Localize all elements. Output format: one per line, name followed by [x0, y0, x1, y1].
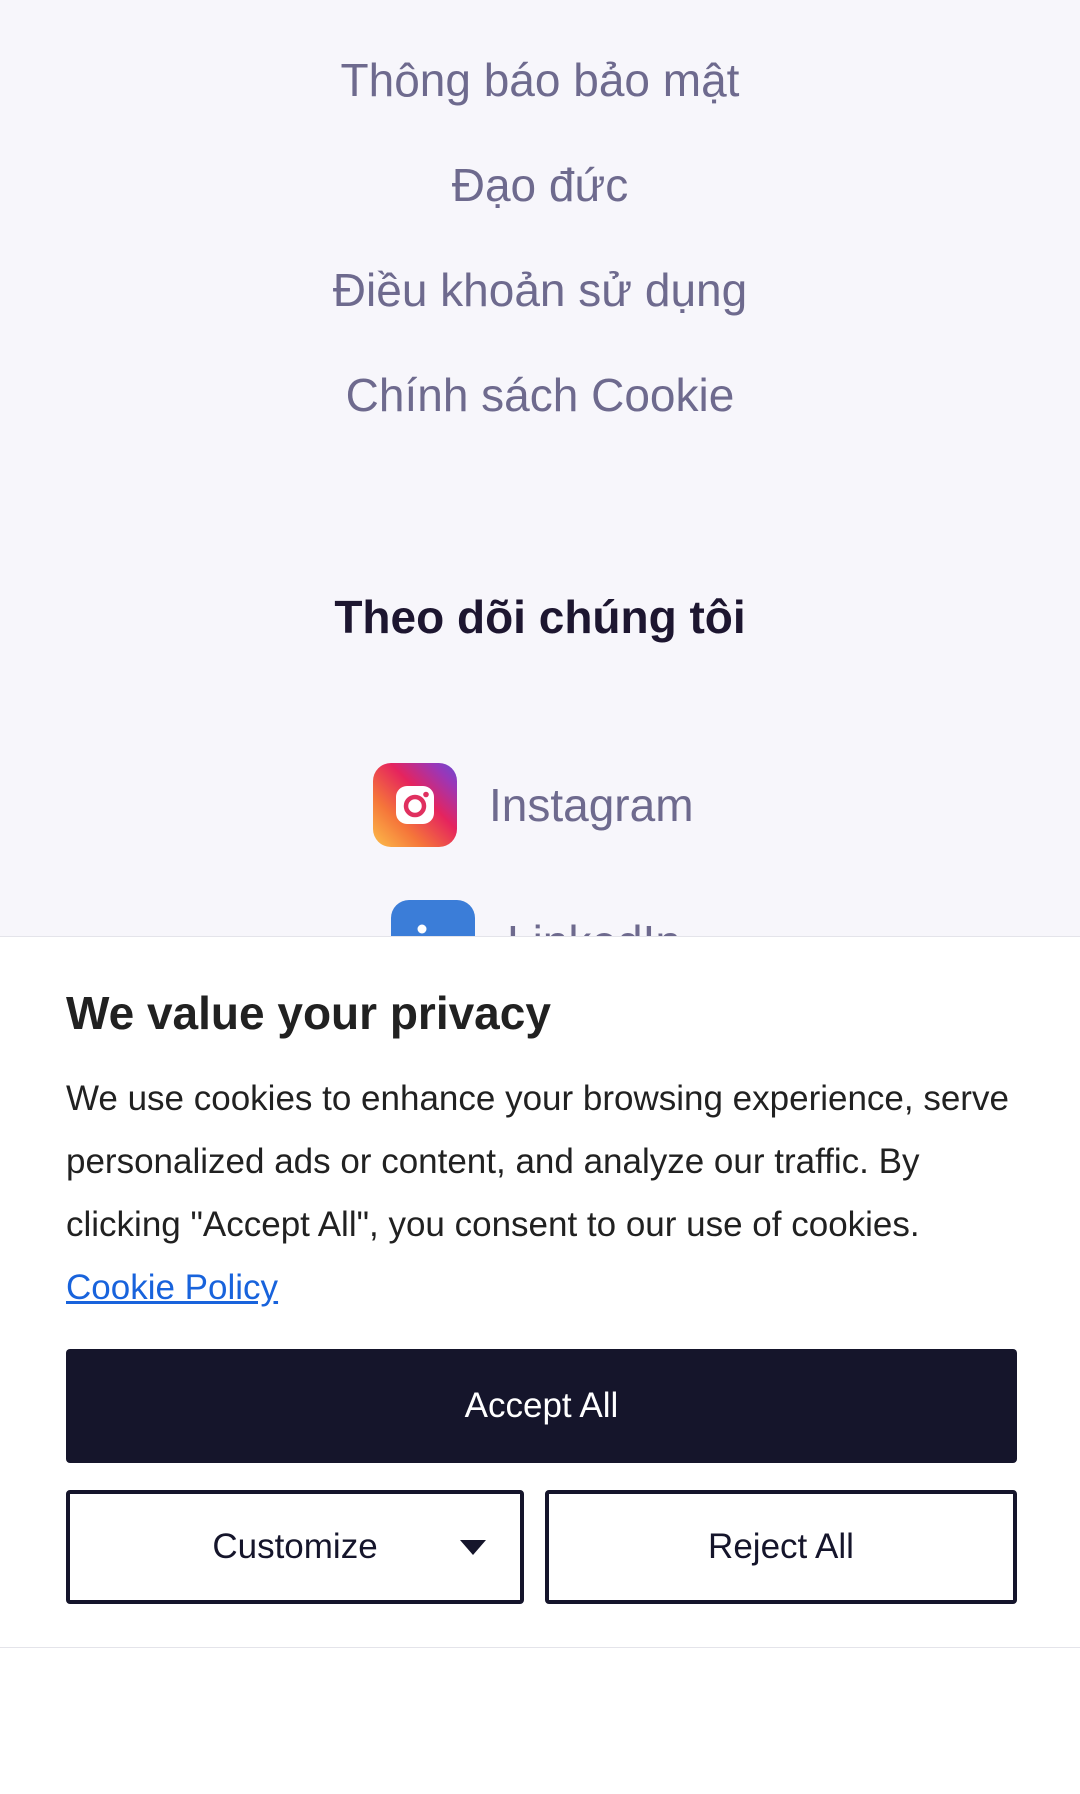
reject-all-label: Reject All [708, 1527, 854, 1566]
cookie-consent-banner: We value your privacy We use cookies to … [0, 936, 1080, 1648]
footer-link-privacy-notice[interactable]: Thông báo bảo mật [0, 50, 1080, 110]
caret-down-icon [460, 1540, 486, 1555]
bottom-blank-area [0, 1648, 1080, 1794]
accept-all-button[interactable]: Accept All [66, 1349, 1017, 1463]
cookie-banner-text: We use cookies to enhance your browsing … [66, 1067, 1026, 1319]
footer-link-ethics[interactable]: Đạo đức [0, 155, 1080, 215]
social-label-instagram: Instagram [489, 779, 694, 831]
follow-us-heading: Theo dõi chúng tôi [334, 591, 746, 643]
footer-link-terms-of-use[interactable]: Điều khoản sử dụng [0, 260, 1080, 320]
cookie-banner-title: We value your privacy [66, 987, 551, 1039]
customize-label: Customize [212, 1527, 378, 1566]
instagram-icon [373, 763, 457, 847]
customize-button[interactable]: Customize [66, 1490, 524, 1604]
cookie-banner-body: We use cookies to enhance your browsing … [66, 1079, 1009, 1244]
footer-link-cookie-policy[interactable]: Chính sách Cookie [0, 365, 1080, 425]
cookie-policy-link[interactable]: Cookie Policy [66, 1268, 278, 1307]
reject-all-button[interactable]: Reject All [545, 1490, 1017, 1604]
accept-all-label: Accept All [464, 1386, 619, 1425]
social-link-instagram[interactable]: Instagram [373, 763, 694, 847]
